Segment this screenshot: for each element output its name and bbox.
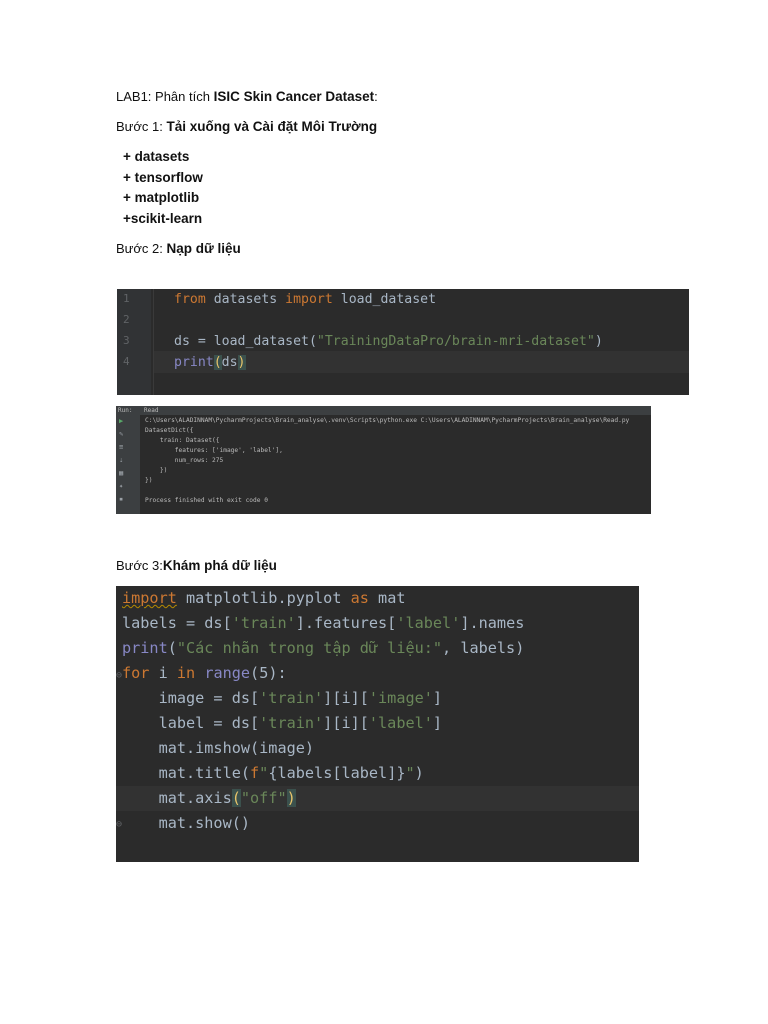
console-line: train: Dataset({ [145, 437, 220, 444]
code-line: mat.title(f"{labels[label]}") [122, 764, 424, 782]
wrench-icon[interactable]: ✎ [119, 430, 123, 438]
code-line: mat.show() [122, 814, 251, 832]
code-line: ds = load_dataset("TrainingDataPro/brain… [174, 334, 603, 349]
trash-icon[interactable]: ▪ [119, 495, 123, 503]
console-line: }) [145, 477, 153, 484]
line-number: 3 [123, 334, 130, 347]
run-label: Run: [118, 407, 133, 414]
list-item: + matplotlib [123, 190, 200, 205]
console-line: features: ['image', 'label'], [145, 447, 283, 454]
pin-icon[interactable]: ✦ [119, 482, 123, 490]
scroll-end-icon[interactable]: ⇣ [119, 456, 123, 464]
package-list: + datasets + tensorflow + matplotlib +sc… [123, 147, 203, 229]
line-number: 4 [123, 355, 130, 368]
tab-read[interactable]: Read [144, 407, 158, 414]
console-line: }) [145, 467, 168, 474]
run-console: Run: Read ▶ ✎ ≡ ⇣ ▦ ✦ ▪ C:\Users\ALADINN… [116, 406, 651, 514]
code-line: import matplotlib.pyplot as mat [122, 589, 406, 607]
print-icon[interactable]: ▦ [119, 469, 123, 477]
list-item: + datasets [123, 149, 190, 164]
code-line: print(ds) [174, 355, 246, 370]
console-tab-bar: Run: Read [116, 406, 651, 415]
document-title: LAB1: Phân tích ISIC Skin Cancer Dataset… [116, 89, 378, 104]
code-line: mat.imshow(image) [122, 739, 315, 757]
console-line: num_rows: 275 [145, 457, 224, 464]
step3-heading: Bước 3:Khám phá dữ liệu [116, 558, 277, 573]
step1-heading: Bước 1: Tải xuống và Cài đặt Môi Trường [116, 119, 378, 134]
code-line: mat.axis("off") [122, 789, 296, 807]
code-line: label = ds['train'][i]['label'] [122, 714, 443, 732]
code-line: from datasets import load_dataset [174, 292, 437, 307]
code-line: print("Các nhãn trong tập dữ liệu:", lab… [122, 639, 525, 657]
code-line: image = ds['train'][i]['image'] [122, 689, 443, 707]
console-line: C:\Users\ALADINNAM\PycharmProjects\Brain… [145, 417, 630, 424]
list-item: + tensorflow [123, 169, 203, 185]
code-line: for i in range(5): [122, 664, 287, 682]
code-block-load-dataset: 1 2 3 4 from datasets import load_datase… [117, 289, 689, 395]
line-number: 2 [123, 313, 130, 326]
rerun-icon[interactable]: ▶ [119, 417, 123, 425]
line-number: 1 [123, 292, 130, 305]
code-block-explore-data: ⊖ ⊖ import matplotlib.pyplot as mat labe… [116, 586, 639, 862]
console-toolbar: ▶ ✎ ≡ ⇣ ▦ ✦ ▪ [116, 415, 140, 514]
code-line: labels = ds['train'].features['label'].n… [122, 614, 525, 632]
list-item: +scikit-learn [123, 210, 203, 226]
soft-wrap-icon[interactable]: ≡ [119, 443, 123, 451]
console-line: DatasetDict({ [145, 427, 194, 434]
step2-heading: Bước 2: Nạp dữ liệu [116, 241, 241, 256]
console-line: Process finished with exit code 0 [145, 497, 268, 504]
